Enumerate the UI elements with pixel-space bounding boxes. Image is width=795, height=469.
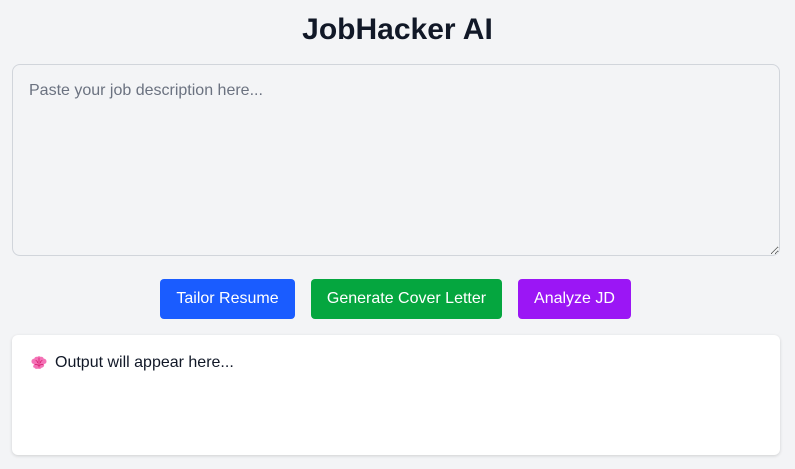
action-button-group: Tailor Resume Generate Cover Letter Anal… bbox=[0, 279, 795, 319]
output-text: Output will appear here... bbox=[55, 354, 234, 371]
analyze-jd-button[interactable]: Analyze JD bbox=[518, 279, 631, 319]
app-root: JobHacker AI Tailor Resume Generate Cove… bbox=[0, 0, 795, 469]
brain-icon bbox=[30, 355, 48, 373]
output-panel: Output will appear here... bbox=[12, 335, 780, 455]
job-description-input[interactable] bbox=[12, 64, 780, 256]
page-title: JobHacker AI bbox=[302, 13, 493, 46]
generate-cover-letter-button[interactable]: Generate Cover Letter bbox=[311, 279, 502, 319]
tailor-resume-button[interactable]: Tailor Resume bbox=[160, 279, 295, 319]
